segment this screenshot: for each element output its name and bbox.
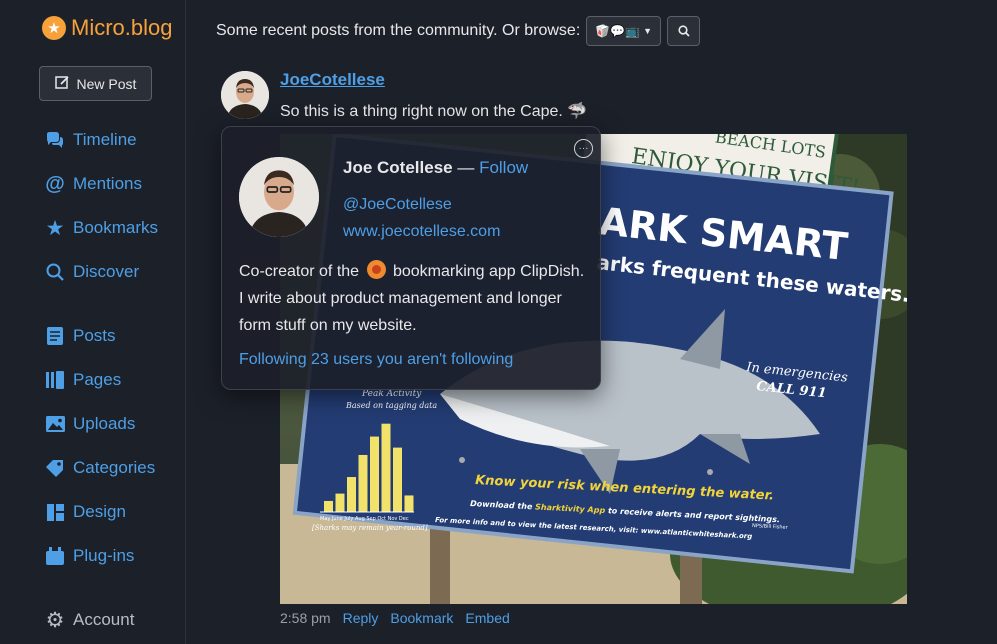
sidebar-item-label: Bookmarks [73,218,159,237]
popover-name: Joe Cotellese [343,158,453,177]
pages-icon [45,370,65,390]
sidebar-item-plugins[interactable]: Plug-ins [45,546,134,566]
popover-following-link[interactable]: Following 23 users you aren't following [239,351,513,369]
sidebar-item-categories[interactable]: Categories [45,458,155,478]
star-icon: ★ [45,216,65,240]
sidebar-item-design[interactable]: Design [45,502,126,522]
image-peak-label: Peak Activity [361,389,422,399]
search-icon [45,262,65,282]
sidebar-item-label: Discover [73,262,140,281]
peak-bar [370,436,379,512]
popover-avatar[interactable] [239,157,319,237]
peak-bar [358,454,368,512]
bookmark-link[interactable]: Bookmark [390,610,453,626]
popover-bio-start: Co-creator of the [239,263,364,280]
search-icon [677,25,690,37]
topbar: Some recent posts from the community. Or… [216,16,701,46]
sidebar-item-account[interactable]: ⚙ Account [45,608,135,632]
search-button[interactable] [667,16,701,46]
profile-popover: Joe Cotellese — Follow @JoeCotellese www… [221,126,601,390]
post-avatar[interactable] [221,71,269,119]
new-post-button[interactable]: New Post [39,66,152,101]
sidebar-item-label: Plug-ins [73,546,135,565]
post-author-link[interactable]: JoeCotellese [280,70,385,90]
more-options-icon[interactable]: ··· [574,139,593,158]
sidebar-item-uploads[interactable]: Uploads [45,414,135,434]
peak-bar [404,495,414,512]
new-post-label: New Post [76,75,137,92]
post-time[interactable]: 2:58 pm [280,610,331,626]
peak-bar [381,423,391,512]
popover-dash: — [452,158,480,177]
peak-bar [324,500,333,512]
logo[interactable]: ★ Micro.blog [42,15,172,41]
chat-bubbles-icon [45,130,65,150]
sidebar-item-mentions[interactable]: @ Mentions [45,172,142,195]
layout-icon [45,502,65,522]
sidebar-item-label: Categories [73,458,156,477]
sidebar-item-pages[interactable]: Pages [45,370,121,390]
browse-emoji: 🥡💬📺 [595,24,641,38]
sidebar-item-label: Mentions [73,174,142,193]
image-peak-sub: Based on tagging data [345,401,437,410]
star-logo-icon: ★ [42,16,66,40]
sidebar-item-label: Design [73,502,126,521]
sidebar-item-label: Uploads [73,414,136,433]
sidebar-item-discover[interactable]: Discover [45,262,139,282]
image-chart-months: May June July Aug Sep Oct Nov Dec [320,516,409,522]
image-icon [45,414,65,434]
document-icon [45,326,65,346]
compose-icon [54,75,70,93]
post-meta: 2:58 pm Reply Bookmark Embed [280,610,522,626]
sidebar-item-timeline[interactable]: Timeline [45,130,137,150]
sidebar-item-label: Posts [73,326,116,345]
popover-name-line: Joe Cotellese — Follow [343,158,528,178]
peak-bar [335,493,345,512]
image-year-round: [Sharks may remain year-round] [312,524,428,532]
tag-icon [45,458,65,478]
peak-bar [393,447,402,512]
at-icon: @ [45,172,65,195]
gear-icon: ⚙ [45,608,65,632]
plugin-icon [45,546,65,566]
sidebar-item-bookmarks[interactable]: ★ Bookmarks [45,216,159,240]
follow-link[interactable]: Follow [479,158,528,177]
logo-text: Micro.blog [71,15,173,40]
sidebar: ★ Micro.blog New Post Timeline @ Mention… [0,0,186,644]
sidebar-item-label: Account [73,610,135,629]
browse-dropdown-button[interactable]: 🥡💬📺 ▼ [586,16,662,46]
popover-website[interactable]: www.joecotellese.com [343,223,500,241]
embed-link[interactable]: Embed [465,610,509,626]
popover-handle[interactable]: @JoeCotellese [343,196,452,214]
chevron-down-icon: ▼ [643,26,653,36]
topbar-text: Some recent posts from the community. Or… [216,22,581,39]
popover-bio: Co-creator of the bookmarking app ClipDi… [239,258,589,339]
peak-bar [347,477,356,512]
post-text: So this is a thing right now on the Cape… [280,103,588,120]
reply-link[interactable]: Reply [343,610,379,626]
sidebar-item-label: Pages [73,370,122,389]
sidebar-item-posts[interactable]: Posts [45,326,116,346]
clipdish-icon [366,260,386,279]
sidebar-item-label: Timeline [73,130,137,149]
